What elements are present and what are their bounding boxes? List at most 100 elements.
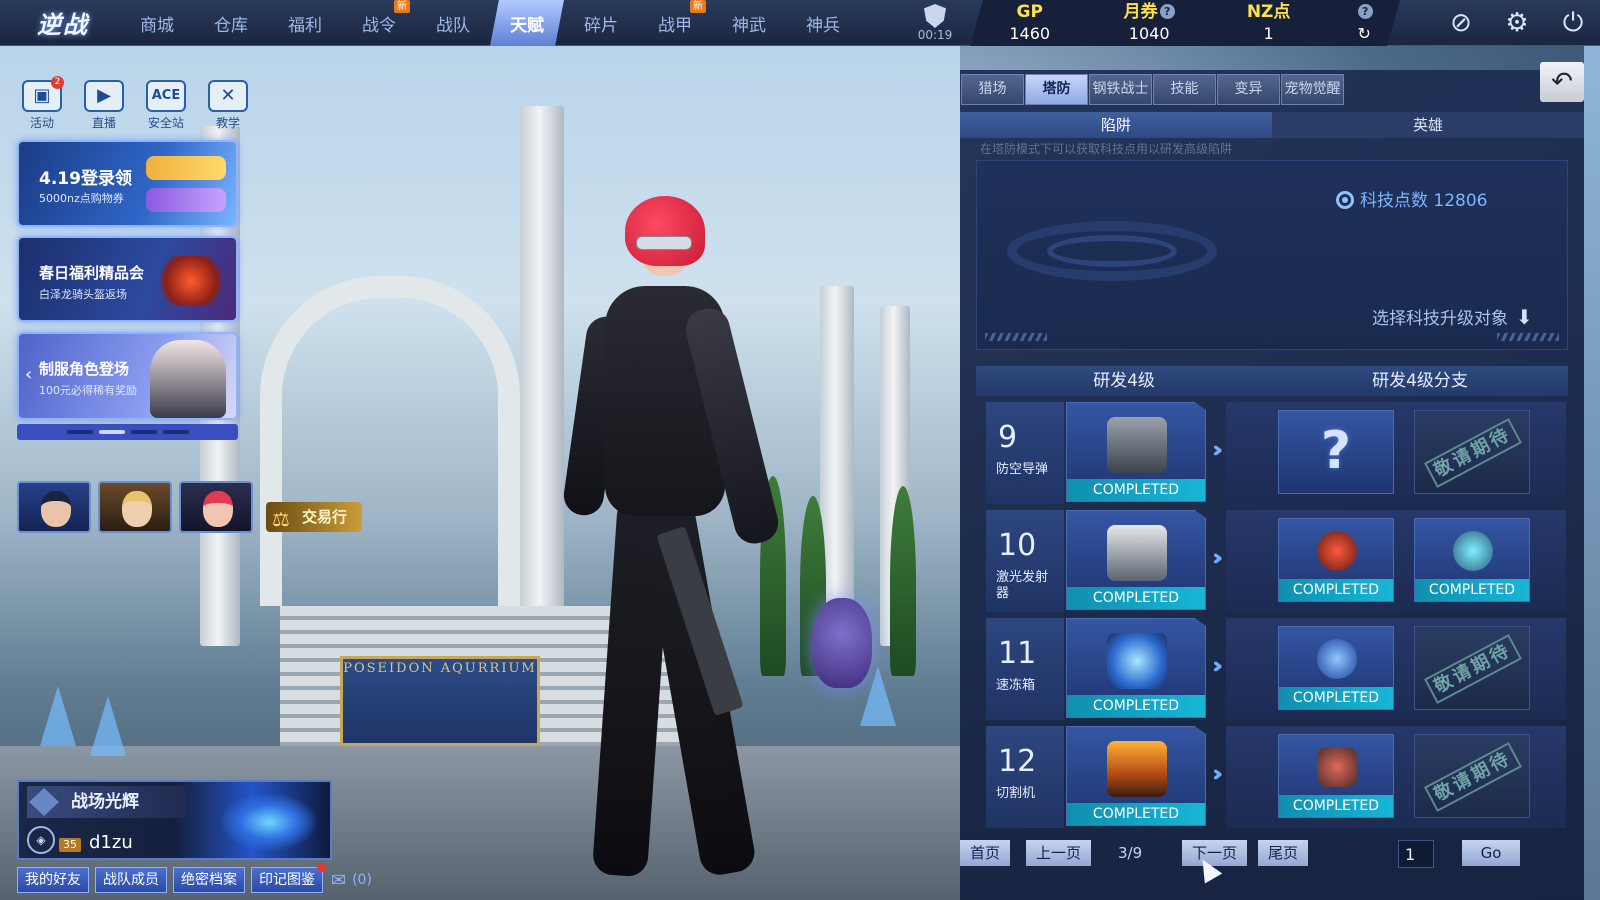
freezer-icon bbox=[1107, 633, 1167, 689]
nav-tab-divine-weapon[interactable]: 神武 bbox=[712, 0, 786, 46]
help-icon[interactable]: ? bbox=[1159, 4, 1175, 19]
chevron-right-icon: ››› bbox=[1212, 762, 1224, 787]
coming-soon-stamp: 敬请期待 bbox=[1424, 634, 1522, 704]
saw-icon bbox=[1317, 747, 1357, 787]
rd-row: 9 防空导弹 COMPLETED ››› ? 敬请期待 bbox=[986, 402, 1566, 504]
pager-dot[interactable] bbox=[66, 430, 93, 434]
mode-tabs: 猎场 塔防 钢铁战士 技能 变异 宠物觉醒 bbox=[961, 74, 1345, 105]
last-page-button[interactable]: 尾页 bbox=[1258, 840, 1309, 866]
rd-branch-header: 研发4级分支 bbox=[1372, 371, 1468, 391]
team-members-button[interactable]: 战队成员 bbox=[95, 867, 167, 893]
subtab-traps[interactable]: 陷阱 bbox=[960, 112, 1272, 138]
game-logo: 逆战 bbox=[37, 9, 89, 39]
nav-tab-battlepass[interactable]: 战令新 bbox=[342, 0, 416, 46]
nav-tab-fragments[interactable]: 碎片 bbox=[564, 0, 638, 46]
ace-icon: ACE bbox=[146, 80, 186, 112]
satellite-icon[interactable]: ⊘ bbox=[1444, 6, 1478, 40]
page-indicator: 3/9 bbox=[1118, 844, 1143, 862]
tab-pet-awakening[interactable]: 宠物觉醒 bbox=[1281, 74, 1344, 105]
chevron-left-icon[interactable]: ‹ bbox=[25, 364, 32, 385]
help-icon[interactable]: ? bbox=[1357, 4, 1373, 19]
nav-tab-shop[interactable]: 商城 bbox=[120, 0, 194, 46]
nav-tab-welfare[interactable]: 福利 bbox=[268, 0, 342, 46]
branch-card[interactable]: COMPLETED bbox=[1278, 734, 1394, 818]
rd-number-cell: 12 切割机 bbox=[986, 726, 1064, 828]
red-hair bbox=[625, 196, 705, 266]
friends-button[interactable]: 我的好友 bbox=[17, 867, 89, 893]
coupon-currency: 月券? 1040 bbox=[1089, 0, 1208, 46]
tab-iron-warrior[interactable]: 钢铁战士 bbox=[1089, 74, 1152, 105]
tab-hunting[interactable]: 猎场 bbox=[961, 74, 1024, 105]
avatar[interactable] bbox=[98, 481, 172, 533]
quick-menu: ▣ 2 活动 ▶ 直播 ACE 安全站 ✕ 教学 bbox=[18, 76, 252, 131]
banner-uniform-character[interactable]: ‹ 制服角色登场 100元必得稀有奖励 bbox=[17, 332, 238, 420]
branch-card-unknown[interactable]: ? bbox=[1278, 410, 1394, 494]
cutter-icon bbox=[1107, 741, 1167, 797]
mail-icon[interactable]: ✉ bbox=[331, 870, 346, 891]
avatar[interactable] bbox=[17, 481, 91, 533]
branch-card[interactable]: COMPLETED bbox=[1414, 518, 1530, 602]
freeze-orb-icon bbox=[1317, 639, 1357, 679]
rd-row: 11 速冻箱 COMPLETED ››› COMPLETED 敬请期待 bbox=[986, 618, 1566, 720]
quick-safety[interactable]: ACE 安全站 bbox=[142, 80, 190, 131]
gear-icon[interactable]: ⚙ bbox=[1500, 6, 1534, 40]
first-page-button[interactable]: 首页 bbox=[960, 840, 1011, 866]
page-number-input[interactable] bbox=[1398, 840, 1434, 868]
laser-emitter-icon bbox=[1107, 525, 1167, 581]
status-badge: COMPLETED bbox=[1067, 587, 1205, 609]
quick-live[interactable]: ▶ 直播 bbox=[80, 80, 128, 131]
new-badge: 新 bbox=[394, 0, 410, 13]
teach-icon: ✕ bbox=[208, 80, 248, 112]
tab-tower-defense[interactable]: 塔防 bbox=[1025, 74, 1088, 105]
nav-tab-armor[interactable]: 战甲新 bbox=[638, 0, 712, 46]
gp-currency: GP 1460 bbox=[1009, 2, 1051, 43]
banner-login-reward[interactable]: 4.19登录领 5000nz点购物券 bbox=[17, 140, 238, 227]
missile-turret-icon bbox=[1107, 417, 1167, 473]
notify-badge: 2 bbox=[51, 76, 64, 89]
pager-dot[interactable] bbox=[130, 430, 157, 434]
nav-tab-talent[interactable]: 天赋 bbox=[490, 0, 564, 46]
nav-tab-team[interactable]: 战队 bbox=[416, 0, 490, 46]
nz-currency: NZ点 1 bbox=[1246, 2, 1291, 43]
status-badge: COMPLETED bbox=[1067, 695, 1205, 717]
prev-page-button[interactable]: 上一页 bbox=[1026, 840, 1092, 866]
pager-dot[interactable] bbox=[98, 430, 125, 434]
branch-card[interactable]: COMPLETED bbox=[1278, 518, 1394, 602]
trap-card-freezer-box[interactable]: COMPLETED bbox=[1066, 618, 1206, 718]
tab-skills[interactable]: 技能 bbox=[1153, 74, 1216, 105]
secret-files-button[interactable]: 绝密档案 bbox=[173, 867, 245, 893]
branch-card-coming-soon: 敬请期待 bbox=[1414, 626, 1530, 710]
mark-gallery-button[interactable]: 印记图鉴 bbox=[251, 863, 326, 893]
avatar[interactable] bbox=[179, 481, 253, 533]
trap-card-anti-air-missile[interactable]: COMPLETED bbox=[1066, 402, 1206, 502]
go-button[interactable]: Go bbox=[1462, 840, 1520, 866]
back-button[interactable]: ↶ bbox=[1540, 62, 1584, 102]
rank-icon: ◈ bbox=[27, 826, 55, 854]
power-icon[interactable]: ⏻ bbox=[1556, 6, 1590, 40]
tab-mutation[interactable]: 变异 bbox=[1217, 74, 1280, 105]
banner-pager bbox=[17, 424, 238, 440]
subtab-heroes[interactable]: 英雄 bbox=[1272, 112, 1584, 138]
trap-card-cutter[interactable]: COMPLETED bbox=[1066, 726, 1206, 826]
branch-card[interactable]: COMPLETED bbox=[1278, 626, 1394, 710]
status-badge: COMPLETED bbox=[1067, 479, 1205, 501]
character-avatars bbox=[17, 481, 253, 533]
trade-button[interactable]: ⚖ 交易行 bbox=[266, 502, 362, 532]
rd-row: 10 激光发射器 COMPLETED ››› COMPLETED COMPLET… bbox=[986, 510, 1566, 612]
pagination: 首页 上一页 3/9 下一页 尾页 Go bbox=[960, 836, 1584, 876]
pager-dot[interactable] bbox=[162, 430, 189, 434]
quick-events[interactable]: ▣ 2 活动 bbox=[18, 76, 66, 131]
refresh-icon[interactable]: ↻ bbox=[1328, 24, 1400, 44]
status-badge: COMPLETED bbox=[1279, 795, 1393, 817]
nav-tab-warehouse[interactable]: 仓库 bbox=[194, 0, 268, 46]
shield-timer: 00:19 bbox=[910, 4, 960, 44]
nav-tab-god-weapon[interactable]: 神兵 bbox=[786, 0, 860, 46]
scale-icon: ⚖ bbox=[272, 507, 290, 531]
wings-decoration bbox=[219, 792, 319, 852]
trap-card-laser-emitter[interactable]: COMPLETED bbox=[1066, 510, 1206, 610]
target-icon bbox=[1336, 191, 1354, 209]
player-card[interactable]: 战场光辉 ◈ 35 d1zu bbox=[17, 780, 332, 860]
banner-spring-sale[interactable]: 春日福利精品会 白泽龙骑头盔返场 bbox=[17, 236, 238, 322]
coming-soon-stamp: 敬请期待 bbox=[1424, 418, 1522, 488]
quick-tutorial[interactable]: ✕ 教学 bbox=[204, 80, 252, 131]
